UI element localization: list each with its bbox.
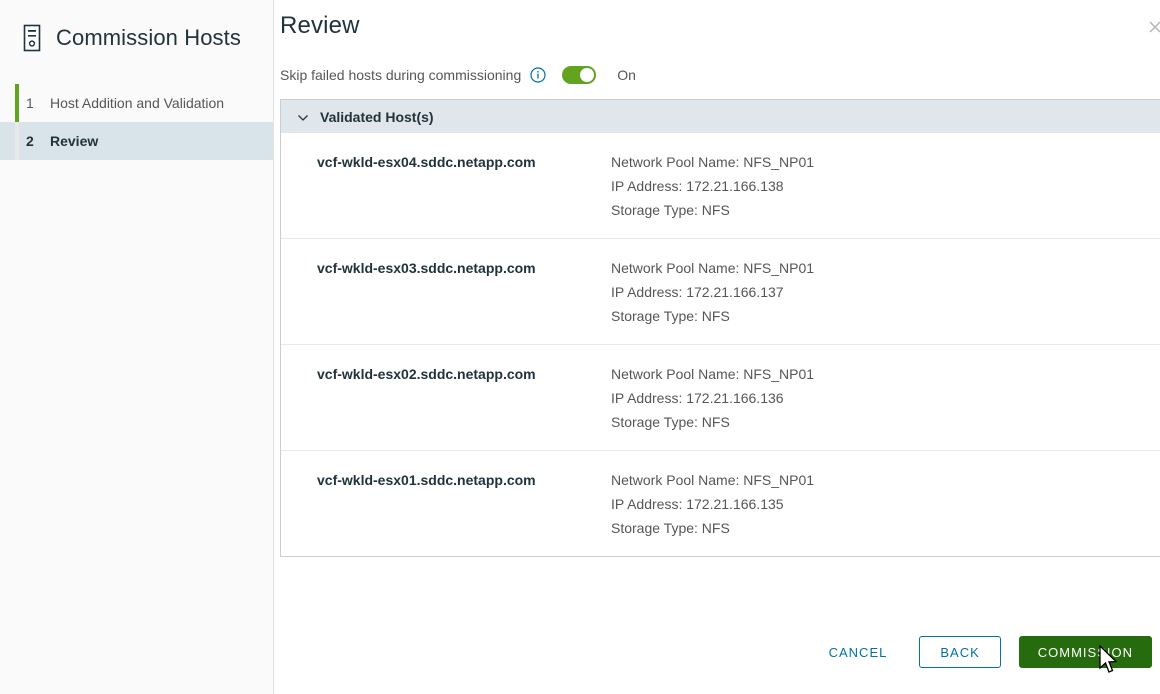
skip-failed-hosts-toggle[interactable] (562, 66, 596, 84)
host-ip-address: IP Address: 172.21.166.138 (611, 174, 1160, 198)
validated-hosts-header[interactable]: Validated Host(s) (281, 100, 1160, 133)
skip-failed-hosts-label: Skip failed hosts during commissioning (280, 67, 521, 83)
wizard-title: Commission Hosts (56, 25, 241, 51)
host-storage-type: Storage Type: NFS (611, 410, 1160, 434)
host-network-pool: Network Pool Name: NFS_NP01 (611, 150, 1160, 174)
validated-hosts-card: Validated Host(s) vcf-wkld-esx04.sddc.ne… (280, 99, 1160, 557)
host-network-pool: Network Pool Name: NFS_NP01 (611, 256, 1160, 280)
card-header-title: Validated Host(s) (320, 109, 434, 125)
host-ip-address: IP Address: 172.21.166.136 (611, 386, 1160, 410)
host-ip-address: IP Address: 172.21.166.137 (611, 280, 1160, 304)
wizard-header: Commission Hosts (0, 0, 273, 58)
table-row: vcf-wkld-esx02.sddc.netapp.com Network P… (281, 345, 1160, 451)
host-fqdn: vcf-wkld-esx04.sddc.netapp.com (281, 150, 611, 222)
cancel-button[interactable]: CANCEL (813, 636, 904, 668)
wizard-steps: 1 Host Addition and Validation 2 Review (0, 84, 273, 160)
step-label: Review (50, 133, 98, 149)
host-fqdn: vcf-wkld-esx01.sddc.netapp.com (281, 468, 611, 540)
host-details: Network Pool Name: NFS_NP01 IP Address: … (611, 362, 1160, 434)
close-icon[interactable] (1146, 18, 1160, 36)
table-row: vcf-wkld-esx03.sddc.netapp.com Network P… (281, 239, 1160, 345)
table-row: vcf-wkld-esx04.sddc.netapp.com Network P… (281, 133, 1160, 239)
host-network-pool: Network Pool Name: NFS_NP01 (611, 362, 1160, 386)
commission-button[interactable]: COMMISSION (1019, 636, 1152, 668)
host-storage-type: Storage Type: NFS (611, 198, 1160, 222)
wizard-sidebar: Commission Hosts 1 Host Addition and Val… (0, 0, 274, 694)
wizard-content-pane: Review Skip failed hosts during commissi… (274, 0, 1160, 694)
step-accent-bar (15, 84, 19, 122)
host-details: Network Pool Name: NFS_NP01 IP Address: … (611, 256, 1160, 328)
server-icon (22, 24, 42, 52)
back-button[interactable]: BACK (919, 636, 1000, 668)
step-number: 1 (26, 95, 35, 111)
step-number: 2 (26, 133, 35, 149)
page-title: Review (280, 12, 1160, 40)
info-circle-icon[interactable] (530, 67, 546, 83)
host-details: Network Pool Name: NFS_NP01 IP Address: … (611, 150, 1160, 222)
step-accent-bar (15, 122, 19, 160)
host-network-pool: Network Pool Name: NFS_NP01 (611, 468, 1160, 492)
host-details: Network Pool Name: NFS_NP01 IP Address: … (611, 468, 1160, 540)
host-fqdn: vcf-wkld-esx02.sddc.netapp.com (281, 362, 611, 434)
host-ip-address: IP Address: 172.21.166.135 (611, 492, 1160, 516)
toggle-state-label: On (617, 67, 636, 83)
host-storage-type: Storage Type: NFS (611, 304, 1160, 328)
skip-failed-hosts-row: Skip failed hosts during commissioning O… (280, 64, 1160, 86)
table-row: vcf-wkld-esx01.sddc.netapp.com Network P… (281, 451, 1160, 556)
chevron-down-icon (297, 111, 309, 123)
host-fqdn: vcf-wkld-esx03.sddc.netapp.com (281, 256, 611, 328)
step-label: Host Addition and Validation (50, 95, 224, 111)
sidebar-step-host-addition-and-validation[interactable]: 1 Host Addition and Validation (0, 84, 273, 122)
host-storage-type: Storage Type: NFS (611, 516, 1160, 540)
toggle-knob (580, 68, 594, 82)
commission-hosts-wizard: Commission Hosts 1 Host Addition and Val… (0, 0, 1160, 694)
sidebar-step-review[interactable]: 2 Review (0, 122, 273, 160)
wizard-footer: CANCEL BACK COMMISSION (274, 636, 1160, 668)
